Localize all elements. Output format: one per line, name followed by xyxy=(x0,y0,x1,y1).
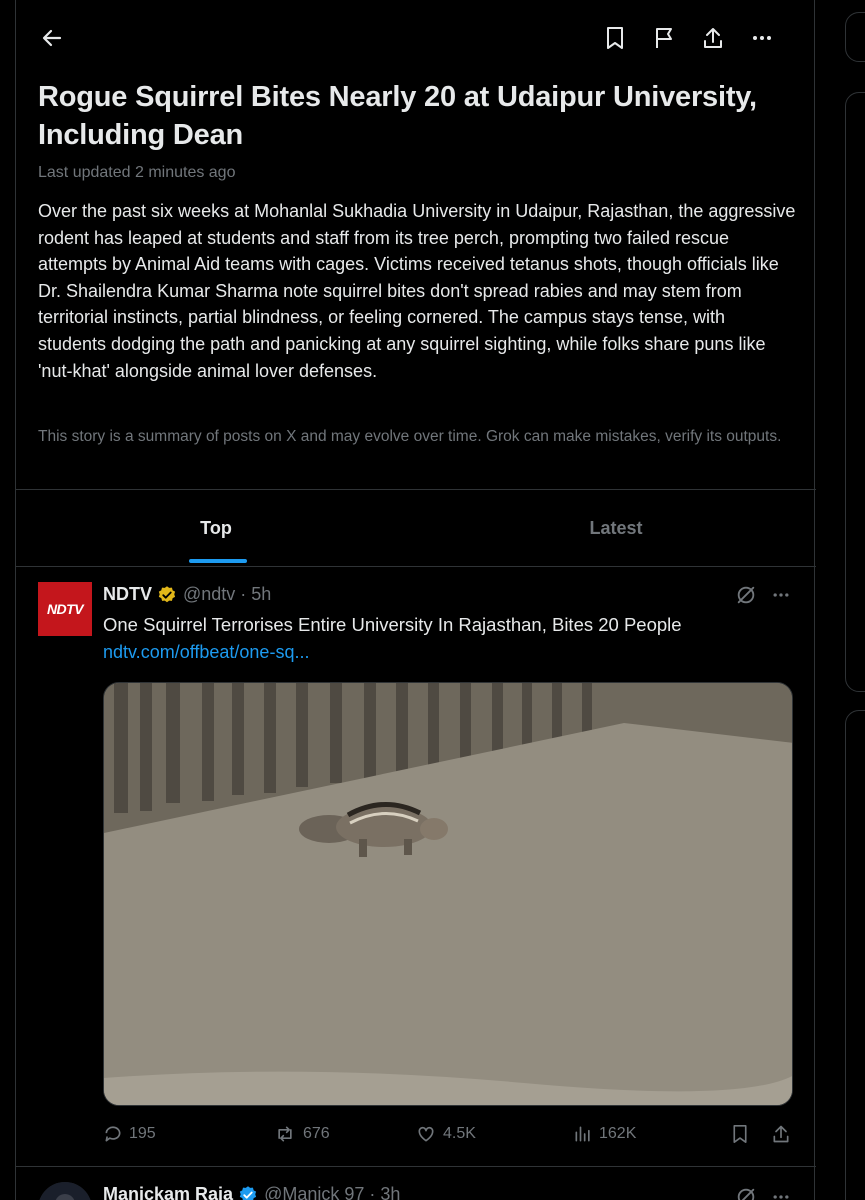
more-icon[interactable] xyxy=(768,582,794,608)
tweet-header: Manickam Raja @Manick 97 · 3h xyxy=(103,1184,400,1200)
article-title: Rogue Squirrel Bites Nearly 20 at Udaipu… xyxy=(38,81,757,151)
tab-top[interactable]: Top xyxy=(16,490,416,566)
reply-button[interactable]: 195 xyxy=(103,1124,156,1144)
share-icon xyxy=(773,1125,789,1143)
avatar[interactable]: NDTV xyxy=(38,582,92,636)
top-bar xyxy=(16,0,816,76)
grok-icon[interactable] xyxy=(733,1184,759,1200)
squirrel-photo xyxy=(104,683,792,1105)
author-name[interactable]: Manickam Raja xyxy=(103,1184,233,1200)
reply-count: 195 xyxy=(129,1125,156,1142)
sidebar-search-card[interactable] xyxy=(845,12,865,62)
tweet-media-image[interactable] xyxy=(103,682,793,1106)
main-column: Rogue Squirrel Bites Nearly 20 at Udaipu… xyxy=(15,0,816,1200)
share-icon[interactable] xyxy=(699,24,727,52)
reply-icon xyxy=(105,1126,121,1142)
tweet-actions: 195 676 4.5K 162K xyxy=(103,1124,793,1152)
repost-count: 676 xyxy=(303,1125,330,1142)
bookmark-button[interactable] xyxy=(731,1124,749,1144)
avatar[interactable] xyxy=(38,1182,92,1200)
repost-icon xyxy=(278,1126,292,1142)
last-updated: Last updated 2 minutes ago xyxy=(38,164,236,181)
views-icon xyxy=(575,1126,590,1142)
like-count: 4.5K xyxy=(443,1125,476,1142)
bookmark-icon xyxy=(733,1125,747,1143)
share-button[interactable] xyxy=(771,1124,791,1144)
more-icon[interactable] xyxy=(748,24,776,52)
sidebar-card xyxy=(845,92,865,692)
views-button[interactable]: 162K xyxy=(573,1124,636,1144)
flag-icon[interactable] xyxy=(650,24,678,52)
author-handle[interactable]: @ndtv · 5h xyxy=(183,584,271,605)
tweet-header: NDTV @ndtv · 5h xyxy=(103,584,271,605)
heart-icon xyxy=(418,1126,434,1142)
tab-active-indicator xyxy=(189,559,247,563)
divider xyxy=(16,566,816,567)
tweet-text: One Squirrel Terrorises Entire Universit… xyxy=(103,614,682,635)
arrow-left-icon[interactable] xyxy=(38,24,66,52)
author-name[interactable]: NDTV xyxy=(103,584,152,605)
repost-button[interactable]: 676 xyxy=(273,1124,330,1144)
verified-badge-icon xyxy=(238,1185,258,1200)
tweet-link[interactable]: ndtv.com/offbeat/one-sq... xyxy=(103,642,309,663)
sidebar-card xyxy=(845,710,865,1200)
author-handle[interactable]: @Manick 97 · 3h xyxy=(264,1184,400,1200)
grok-disclaimer: This story is a summary of posts on X an… xyxy=(38,428,782,445)
article-summary: Over the past six weeks at Mohanlal Sukh… xyxy=(38,201,796,381)
grok-icon[interactable] xyxy=(733,582,759,608)
bookmark-icon[interactable] xyxy=(601,24,629,52)
tab-latest[interactable]: Latest xyxy=(416,490,816,566)
verified-badge-icon xyxy=(157,585,177,605)
view-count: 162K xyxy=(599,1125,637,1142)
more-icon[interactable] xyxy=(768,1184,794,1200)
divider xyxy=(16,1166,816,1167)
like-button[interactable]: 4.5K xyxy=(415,1124,476,1144)
